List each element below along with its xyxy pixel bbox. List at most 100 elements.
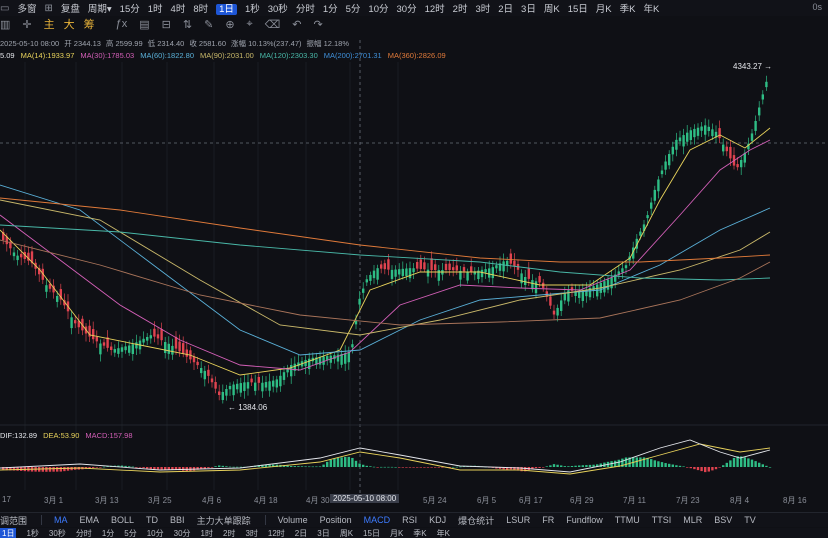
candle: [448, 263, 451, 270]
range-label[interactable]: 调范围: [0, 514, 27, 527]
date-tick: 6月 5: [477, 496, 497, 505]
category-button-2[interactable]: 筹: [84, 19, 95, 31]
interval-9[interactable]: 5分: [346, 4, 361, 15]
bottom-interval[interactable]: 1日: [0, 528, 17, 538]
main-indicator-tab[interactable]: BOLL: [111, 515, 134, 525]
crosshair-icon[interactable]: ✛: [22, 18, 31, 31]
compare-icon[interactable]: ⇅: [183, 18, 192, 31]
interval-17[interactable]: 周K: [544, 4, 560, 15]
sub-indicator-tab[interactable]: MLR: [683, 515, 702, 525]
candle: [308, 358, 311, 370]
interval-7[interactable]: 分时: [296, 4, 315, 15]
candle: [657, 179, 660, 192]
drawing-icon[interactable]: ✎: [204, 18, 213, 31]
bottom-interval[interactable]: 15日: [363, 528, 380, 538]
candle: [556, 307, 559, 316]
bottom-interval[interactable]: 30分: [174, 528, 191, 538]
price-chart[interactable]: [0, 0, 828, 538]
period-selector[interactable]: 周期▾: [88, 1, 112, 15]
undo-icon[interactable]: ↶: [292, 18, 301, 31]
replay-icon[interactable]: ⊞: [44, 3, 52, 14]
layout-icon[interactable]: ▤: [139, 18, 149, 31]
main-indicator-tab[interactable]: 主力大单跟踪: [197, 514, 251, 527]
menu-icon[interactable]: ▭: [0, 3, 9, 14]
macd-bar: [218, 465, 221, 467]
interval-16[interactable]: 3日: [521, 4, 536, 15]
candle: [131, 344, 134, 355]
interval-13[interactable]: 2时: [453, 4, 468, 15]
interval-6[interactable]: 30秒: [268, 4, 288, 15]
interval-19[interactable]: 月K: [596, 4, 612, 15]
interval-1[interactable]: 1时: [148, 4, 163, 15]
interval-18[interactable]: 15日: [568, 4, 588, 15]
bottom-interval[interactable]: 3日: [317, 528, 329, 538]
interval-10[interactable]: 10分: [368, 4, 388, 15]
sub-indicator-tab[interactable]: Fundflow: [566, 515, 603, 525]
zoom-icon[interactable]: ⊕: [225, 18, 234, 31]
main-indicator-tab[interactable]: EMA: [80, 515, 100, 525]
macd-bar: [416, 467, 419, 468]
bottom-interval[interactable]: 2日: [295, 528, 307, 538]
interval-3[interactable]: 8时: [193, 4, 208, 15]
bottom-interval[interactable]: 1分: [102, 528, 114, 538]
magnet-icon[interactable]: ⌖: [247, 18, 253, 31]
interval-4[interactable]: 1日: [216, 4, 237, 15]
multi-chart-button[interactable]: 多窗: [17, 1, 36, 15]
main-indicator-tab[interactable]: MA: [54, 515, 68, 525]
interval-11[interactable]: 30分: [397, 4, 417, 15]
candle: [239, 383, 242, 393]
sub-indicator-tab[interactable]: Volume: [278, 515, 308, 525]
sub-indicator-tab[interactable]: FR: [542, 515, 554, 525]
interval-14[interactable]: 3时: [475, 4, 490, 15]
delete-icon[interactable]: ⌫: [265, 18, 281, 31]
bottom-interval[interactable]: 10分: [147, 528, 164, 538]
main-indicator-tab[interactable]: BBI: [170, 515, 185, 525]
sub-indicator-tab[interactable]: MACD: [364, 515, 391, 525]
interval-12[interactable]: 12时: [425, 4, 445, 15]
sub-indicator-tab[interactable]: TTMU: [615, 515, 640, 525]
bottom-interval[interactable]: 周K: [340, 528, 353, 538]
category-button-1[interactable]: 大: [64, 19, 75, 31]
table-icon[interactable]: ⊟: [162, 18, 171, 31]
macd-bar: [48, 467, 52, 472]
bottom-interval[interactable]: 月K: [390, 528, 403, 538]
bottom-interval[interactable]: 1时: [201, 528, 213, 538]
interval-21[interactable]: 年K: [643, 4, 659, 15]
interval-5[interactable]: 1秒: [245, 4, 260, 15]
bottom-interval[interactable]: 5分: [124, 528, 136, 538]
candle: [750, 133, 754, 141]
bottom-interval[interactable]: 分时: [76, 528, 92, 538]
bottom-interval[interactable]: 12时: [268, 528, 285, 538]
sub-indicator-tab[interactable]: TV: [744, 515, 756, 525]
sub-indicator-tab[interactable]: KDJ: [429, 515, 446, 525]
sub-indicator-tab[interactable]: 爆仓统计: [458, 514, 494, 527]
sub-indicator-tab[interactable]: TTSI: [652, 515, 672, 525]
ma-legend-item: MA(14):1933.97: [20, 50, 75, 60]
sub-indicator-tab[interactable]: Position: [320, 515, 352, 525]
main-indicator-tab[interactable]: TD: [146, 515, 158, 525]
candle-type-icon[interactable]: ▥: [0, 18, 10, 31]
date-tick: 8月 4: [730, 496, 750, 505]
interval-8[interactable]: 1分: [323, 4, 338, 15]
interval-2[interactable]: 4时: [171, 4, 186, 15]
bottom-interval[interactable]: 30秒: [49, 528, 66, 538]
sub-indicator-tab[interactable]: BSV: [714, 515, 732, 525]
category-button-0[interactable]: 主: [44, 19, 55, 31]
ohlc-change: 涨幅 10.13%(237.47): [231, 38, 302, 48]
macd-bar: [635, 457, 638, 467]
replay-button[interactable]: 复盘: [61, 1, 80, 15]
bottom-interval[interactable]: 3时: [245, 528, 257, 538]
interval-0[interactable]: 15分: [120, 4, 140, 15]
bottom-interval[interactable]: 1秒: [26, 528, 38, 538]
bottom-interval[interactable]: 2时: [223, 528, 235, 538]
candle: [686, 132, 689, 142]
interval-20[interactable]: 季K: [620, 4, 636, 15]
macd-bar: [563, 466, 566, 467]
interval-15[interactable]: 2日: [498, 4, 513, 15]
redo-icon[interactable]: ↷: [314, 18, 323, 31]
bottom-interval[interactable]: 年K: [437, 528, 450, 538]
indicator-icon[interactable]: ƒx: [116, 18, 128, 30]
sub-indicator-tab[interactable]: LSUR: [506, 515, 530, 525]
bottom-interval[interactable]: 季K: [413, 528, 426, 538]
sub-indicator-tab[interactable]: RSI: [402, 515, 417, 525]
